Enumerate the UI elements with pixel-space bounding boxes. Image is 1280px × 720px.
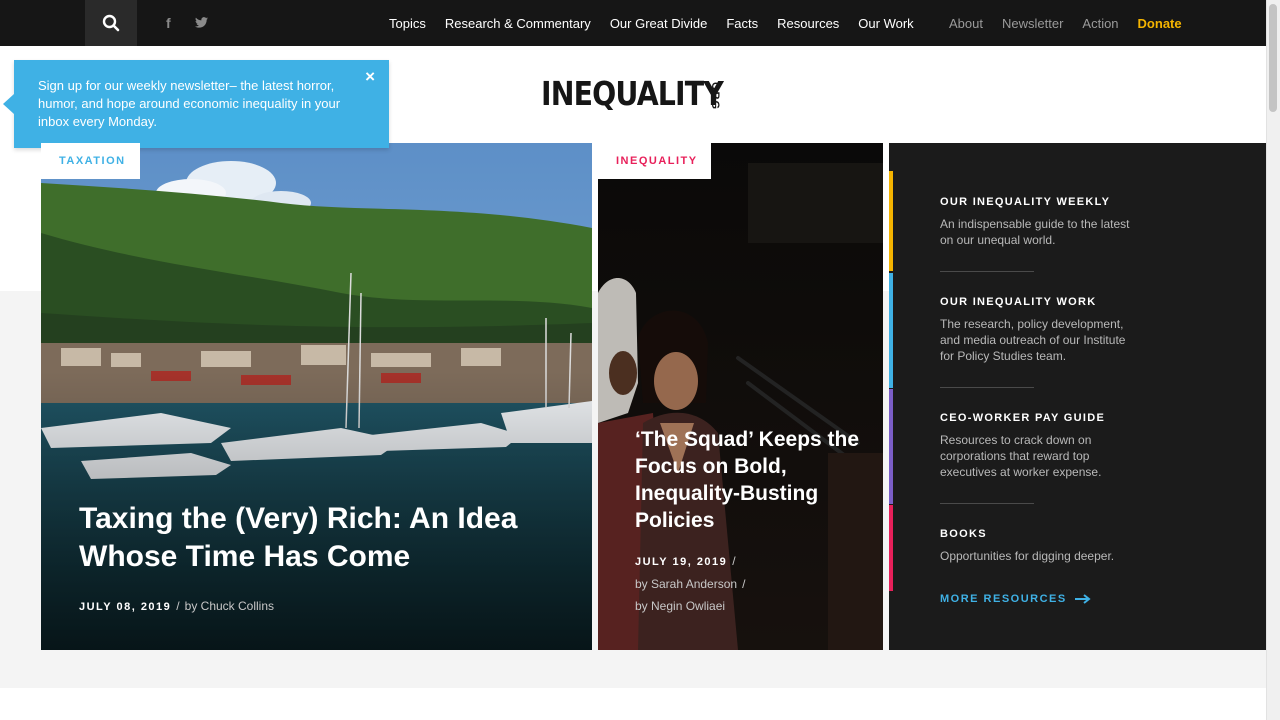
resource-inequality-work[interactable]: OUR INEQUALITY WORK The research, policy…: [940, 296, 1140, 364]
resource-title[interactable]: OUR INEQUALITY WEEKLY: [940, 196, 1140, 208]
feature-title[interactable]: Taxing the (Very) Rich: An Idea Whose Ti…: [79, 500, 549, 576]
accent-stripe-blue: [889, 273, 893, 388]
publish-date: JULY 19, 2019: [635, 556, 728, 568]
resource-inequality-weekly[interactable]: OUR INEQUALITY WEEKLY An indispensable g…: [940, 196, 1140, 248]
resource-title[interactable]: OUR INEQUALITY WORK: [940, 296, 1140, 308]
twitter-icon[interactable]: [195, 17, 208, 28]
author-link[interactable]: by Sarah Anderson: [635, 577, 737, 591]
author-link[interactable]: by Chuck Collins: [185, 599, 274, 613]
more-resources-label: MORE RESOURCES: [940, 593, 1067, 605]
more-resources-link[interactable]: MORE RESOURCES: [940, 593, 1091, 605]
feature-card-inequality[interactable]: INEQUALITY ‘The Squad’ Keeps the Focus o…: [598, 143, 883, 650]
logo-suffix: ORG: [709, 82, 721, 111]
resource-description: The research, policy development, and me…: [940, 317, 1126, 363]
resource-title[interactable]: BOOKS: [940, 528, 1140, 540]
close-icon[interactable]: ×: [365, 67, 375, 87]
nav-about[interactable]: About: [949, 16, 983, 31]
content-band: [0, 688, 1266, 720]
accent-stripe-yellow: [889, 171, 893, 271]
newsletter-popup[interactable]: Sign up for our weekly newsletter– the l…: [3, 60, 389, 148]
search-button[interactable]: [85, 0, 137, 46]
feature-meta: JULY 19, 2019/ by Sarah Anderson / by Neg…: [635, 554, 746, 613]
divider: [940, 271, 1034, 272]
page-scrollbar[interactable]: [1266, 0, 1280, 720]
nav-resources[interactable]: Resources: [777, 16, 839, 31]
resource-books[interactable]: BOOKS Opportunities for digging deeper.: [940, 528, 1140, 564]
arrow-right-icon: [1074, 594, 1091, 604]
resources-panel: OUR INEQUALITY WEEKLY An indispensable g…: [889, 143, 1266, 650]
nav-newsletter[interactable]: Newsletter: [1002, 16, 1063, 31]
search-icon: [102, 14, 120, 32]
resource-description: Opportunities for digging deeper.: [940, 549, 1115, 563]
top-navigation: f Topics Research & Commentary Our Great…: [0, 0, 1266, 46]
facebook-icon[interactable]: f: [166, 15, 171, 31]
resource-description: An indispensable guide to the latest on …: [940, 217, 1130, 247]
author-link[interactable]: by Negin Owliaei: [635, 599, 725, 613]
accent-stripe-purple: [889, 389, 893, 504]
divider: [940, 503, 1034, 504]
nav-facts[interactable]: Facts: [726, 16, 758, 31]
feature-card-taxation[interactable]: TAXATION Taxing the (Very) Rich: An Idea…: [41, 143, 592, 650]
utility-menu: About Newsletter Action Donate: [949, 0, 1182, 46]
publish-date: JULY 08, 2019: [79, 601, 172, 613]
feature-meta: JULY 08, 2019/by Chuck Collins: [79, 599, 275, 613]
category-tag-inequality[interactable]: INEQUALITY: [598, 143, 711, 179]
nav-topics[interactable]: Topics: [389, 16, 426, 31]
category-tag-taxation[interactable]: TAXATION: [41, 143, 140, 179]
resource-description: Resources to crack down on corporations …: [940, 433, 1102, 479]
nav-our-work[interactable]: Our Work: [858, 16, 913, 31]
main-menu: Topics Research & Commentary Our Great D…: [389, 0, 914, 46]
accent-stripe-pink: [889, 505, 893, 591]
nav-action[interactable]: Action: [1082, 16, 1118, 31]
scrollbar-thumb[interactable]: [1269, 4, 1277, 112]
resource-title[interactable]: CEO-WORKER PAY GUIDE: [940, 412, 1140, 424]
donate-link[interactable]: Donate: [1138, 16, 1182, 31]
divider: [940, 387, 1034, 388]
newsletter-popup-text[interactable]: Sign up for our weekly newsletter– the l…: [38, 77, 363, 131]
nav-our-great-divide[interactable]: Our Great Divide: [610, 16, 708, 31]
feature-title[interactable]: ‘The Squad’ Keeps the Focus on Bold, Ine…: [635, 426, 865, 534]
logo-wordmark: INEQUALITY: [541, 74, 724, 113]
site-logo[interactable]: INEQUALITY ORG: [541, 74, 753, 114]
resource-ceo-worker-pay[interactable]: CEO-WORKER PAY GUIDE Resources to crack …: [940, 412, 1140, 480]
nav-research-commentary[interactable]: Research & Commentary: [445, 16, 591, 31]
